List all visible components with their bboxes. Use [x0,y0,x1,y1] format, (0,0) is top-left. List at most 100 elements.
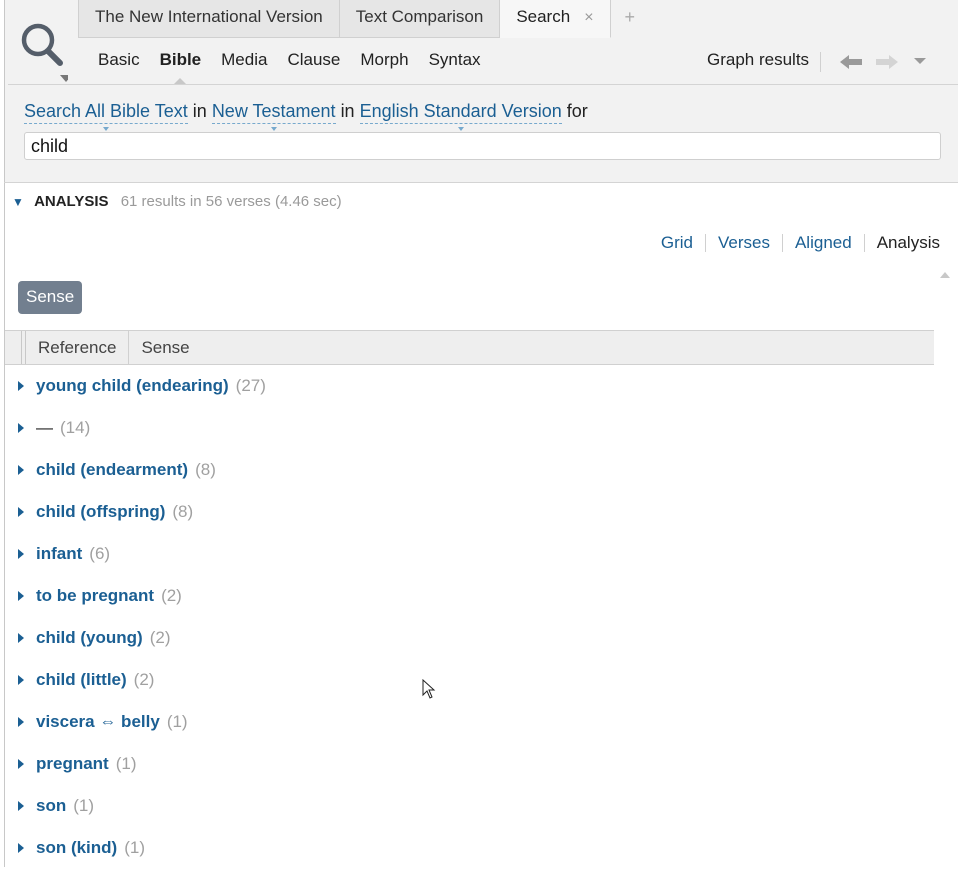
sense-label[interactable]: child (offspring) [36,502,165,522]
search-panel-header: The New International Version Text Compa… [4,0,958,183]
list-item[interactable]: pregnant (1) [16,743,266,785]
search-icon[interactable] [16,20,68,84]
list-item[interactable]: young child (endearing) (27) [16,365,266,407]
sense-count: (1) [124,838,145,857]
add-tab-button[interactable]: + [611,0,650,37]
list-item[interactable]: infant (6) [16,533,266,575]
sense-count: (2) [149,628,171,647]
search-criteria: Search All Bible Text in New Testament i… [24,101,588,124]
tab-label: Search [516,7,571,26]
column-header-row: Reference Sense [5,330,934,365]
header-divider [8,84,958,85]
sense-count: (2) [161,586,182,605]
sense-label[interactable]: — [36,418,53,438]
view-divider [781,234,783,252]
analysis-label[interactable]: ANALYSIS [34,193,108,210]
tab-label: Text Comparison [355,7,484,26]
expand-icon[interactable] [18,675,24,685]
resource-dropdown[interactable]: English Standard Version [359,101,562,124]
column-reference[interactable]: Reference [26,331,130,364]
sense-count: (8) [195,460,216,479]
sense-list: young child (endearing) (27) — (14) child … [16,365,266,869]
mode-basic[interactable]: Basic [98,50,140,70]
list-item[interactable]: child (endearment) (8) [16,449,266,491]
expand-icon[interactable] [18,843,24,853]
list-item[interactable]: son (kind) (1) [16,827,266,869]
expand-icon[interactable] [18,507,24,517]
sense-label[interactable]: young child (endearing) [36,376,229,396]
sense-label[interactable]: child (endearment) [36,460,188,480]
panel-border [4,183,5,867]
expand-icon[interactable] [18,423,24,433]
sense-count: (14) [60,418,91,437]
tab-text-comparison[interactable]: Text Comparison [339,0,501,38]
list-item[interactable]: child (young) (2) [16,617,266,659]
expand-icon[interactable] [18,591,24,601]
close-icon[interactable]: × [584,9,593,26]
list-item[interactable]: child (little) (2) [16,659,266,701]
column-sense[interactable]: Sense [129,331,201,364]
sense-label[interactable]: viscera ⇔ belly [36,712,160,732]
list-item[interactable]: — (14) [16,407,266,449]
range-dropdown[interactable]: New Testament [211,101,336,124]
list-item[interactable]: child (offspring) (8) [16,491,266,533]
expand-icon[interactable] [18,801,24,811]
mode-syntax[interactable]: Syntax [429,50,481,70]
expand-icon[interactable] [18,465,24,475]
expand-icon[interactable] [18,633,24,643]
view-aligned[interactable]: Aligned [795,233,852,253]
sense-label[interactable]: pregnant [36,754,109,774]
scroll-up-arrow-icon[interactable] [940,272,950,278]
sense-count: (27) [235,376,266,395]
view-divider [863,234,865,252]
mode-morph[interactable]: Morph [360,50,408,70]
view-analysis[interactable]: Analysis [877,233,940,253]
criteria-text: in [340,101,355,121]
list-item[interactable]: viscera ⇔ belly (1) [16,701,266,743]
sense-label[interactable]: to be pregnant [36,586,154,606]
chevron-down-icon[interactable] [912,52,928,72]
expand-icon[interactable] [18,549,24,559]
analysis-header: ▼ ANALYSIS 61 results in 56 verses (4.46… [12,193,342,210]
search-input[interactable] [24,132,941,160]
mode-media[interactable]: Media [221,50,267,70]
criteria-text: in [192,101,207,121]
sense-count: (8) [172,502,194,521]
expand-icon[interactable] [18,717,24,727]
tab-niv[interactable]: The New International Version [78,0,340,38]
sense-group-button[interactable]: Sense [18,281,83,314]
list-item[interactable]: son (1) [16,785,266,827]
collapse-icon[interactable]: ▼ [12,195,24,209]
view-switcher: Grid Verses Aligned Analysis [661,233,940,253]
criteria-text: for [566,101,588,121]
search-mode-nav: Basic Bible Media Clause Morph Syntax [98,50,501,85]
toolbar-divider [820,52,821,72]
sense-count: (1) [115,754,137,773]
sense-label[interactable]: son [36,796,66,816]
expand-icon[interactable] [18,381,24,391]
sense-count: (2) [133,670,155,689]
tab-label: The New International Version [95,7,323,26]
tab-search[interactable]: Search × [500,0,611,38]
mode-bible[interactable]: Bible [160,50,201,85]
view-grid[interactable]: Grid [661,233,693,253]
view-verses[interactable]: Verses [718,233,770,253]
expand-icon[interactable] [18,759,24,769]
sense-count: (6) [89,544,111,563]
results-summary: 61 results in 56 verses (4.46 sec) [120,193,342,210]
list-item[interactable]: to be pregnant (2) [16,575,266,617]
sense-label[interactable]: child (little) [36,670,127,690]
view-divider [704,234,706,252]
sense-label[interactable]: son (kind) [36,838,117,858]
graph-results-button[interactable]: Graph results [707,50,809,70]
sense-count: (1) [166,712,188,731]
sense-label[interactable]: child (young) [36,628,143,648]
back-arrow-icon[interactable] [838,52,864,72]
sense-label[interactable]: infant [36,544,82,564]
sense-count: (1) [73,796,95,815]
forward-arrow-icon[interactable] [874,52,900,72]
mode-clause[interactable]: Clause [287,50,340,70]
tab-bar: The New International Version Text Compa… [78,0,649,38]
scope-dropdown[interactable]: Search All Bible Text [24,101,188,124]
mouse-cursor-icon [422,679,436,699]
